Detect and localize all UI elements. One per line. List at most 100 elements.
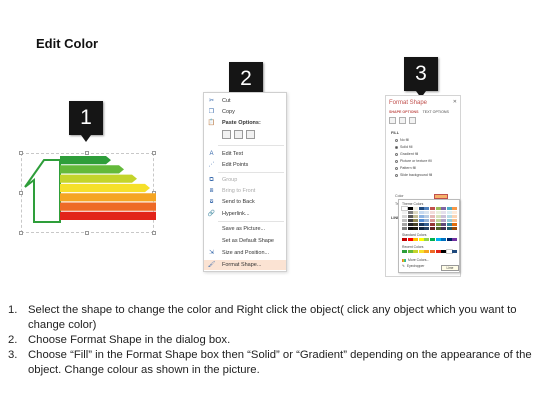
- color-swatch[interactable]: [413, 238, 419, 242]
- energy-bar[interactable]: [60, 202, 156, 211]
- size-properties-icon[interactable]: [409, 117, 416, 124]
- paste-text-only-icon[interactable]: [246, 130, 255, 139]
- color-swatch[interactable]: [435, 207, 441, 211]
- color-swatch[interactable]: [452, 222, 458, 227]
- color-swatch[interactable]: [407, 226, 413, 231]
- color-swatch[interactable]: [429, 218, 435, 223]
- color-swatch[interactable]: [452, 250, 458, 254]
- menu-item-edit-points[interactable]: ⋰ Edit Points: [204, 160, 286, 170]
- color-swatch[interactable]: [424, 222, 430, 227]
- menu-item-format-shape[interactable]: 🖌 Format Shape...: [204, 260, 286, 270]
- color-swatch[interactable]: [413, 218, 419, 223]
- color-swatch[interactable]: [441, 207, 447, 211]
- color-swatch[interactable]: [435, 250, 441, 254]
- color-swatch[interactable]: [402, 238, 407, 242]
- color-swatch[interactable]: [424, 218, 430, 223]
- color-swatch[interactable]: [424, 214, 430, 219]
- tab-text-options[interactable]: TEXT OPTIONS: [423, 110, 449, 114]
- color-swatch[interactable]: [441, 214, 447, 219]
- color-swatch[interactable]: [418, 207, 424, 211]
- effects-icon[interactable]: [399, 117, 406, 124]
- color-swatch[interactable]: [429, 238, 435, 242]
- radio-solid-fill[interactable]: Solid fill: [395, 145, 412, 149]
- color-swatch[interactable]: [418, 222, 424, 227]
- menu-item-copy[interactable]: ❐ Copy: [204, 107, 286, 117]
- menu-item-save-as-picture[interactable]: Save as Picture...: [204, 224, 286, 234]
- color-swatch[interactable]: [402, 222, 407, 227]
- energy-bar[interactable]: [60, 211, 156, 220]
- color-swatch[interactable]: [446, 222, 452, 227]
- energy-bar[interactable]: [60, 193, 156, 202]
- energy-bar[interactable]: [60, 156, 111, 165]
- color-swatch[interactable]: [446, 210, 452, 215]
- color-swatch[interactable]: [429, 214, 435, 219]
- color-swatch[interactable]: [446, 238, 452, 242]
- color-swatch[interactable]: [413, 250, 419, 254]
- color-swatch[interactable]: [435, 226, 441, 231]
- menu-item-size-and-position[interactable]: ⇲ Size and Position...: [204, 248, 286, 258]
- color-swatch[interactable]: [452, 226, 458, 231]
- color-swatch[interactable]: [446, 214, 452, 219]
- color-swatch[interactable]: [407, 210, 413, 215]
- menu-item-cut[interactable]: ✂ Cut: [204, 96, 286, 106]
- color-swatch[interactable]: [418, 210, 424, 215]
- radio-slide-background-fill[interactable]: Slide background fill: [395, 173, 432, 177]
- color-swatch[interactable]: [441, 250, 447, 254]
- color-swatch[interactable]: [452, 210, 458, 215]
- color-swatch[interactable]: [452, 238, 458, 242]
- radio-gradient-fill[interactable]: Gradient fill: [395, 152, 418, 156]
- menu-item-hyperlink[interactable]: 🔗 Hyperlink...: [204, 209, 286, 219]
- paste-keep-source-icon[interactable]: [222, 130, 231, 139]
- energy-bar[interactable]: [60, 165, 124, 174]
- color-swatch[interactable]: [407, 218, 413, 223]
- radio-picture-fill[interactable]: Picture or texture fill: [395, 159, 432, 163]
- color-swatch[interactable]: [429, 222, 435, 227]
- color-swatch[interactable]: [441, 238, 447, 242]
- color-swatch[interactable]: [452, 218, 458, 223]
- color-swatch[interactable]: [402, 214, 407, 219]
- energy-bar[interactable]: [60, 183, 150, 193]
- color-swatch[interactable]: [435, 238, 441, 242]
- color-swatch[interactable]: [424, 226, 430, 231]
- color-swatch[interactable]: [424, 238, 430, 242]
- radio-pattern-fill[interactable]: Pattern fill: [395, 166, 416, 170]
- color-swatch[interactable]: [435, 214, 441, 219]
- color-swatch[interactable]: [418, 226, 424, 231]
- color-swatch[interactable]: [413, 222, 419, 227]
- color-swatch[interactable]: [402, 218, 407, 223]
- color-swatch[interactable]: [424, 250, 430, 254]
- color-swatch[interactable]: [407, 222, 413, 227]
- eyedropper-option[interactable]: ✎ Eyedropper: [402, 264, 424, 268]
- color-swatch[interactable]: [441, 226, 447, 231]
- color-swatch[interactable]: [401, 205, 408, 212]
- color-swatch[interactable]: [446, 207, 452, 211]
- paste-picture-icon[interactable]: [234, 130, 243, 139]
- color-swatch[interactable]: [446, 226, 452, 231]
- tab-shape-options[interactable]: SHAPE OPTIONS: [389, 110, 419, 114]
- color-swatch[interactable]: [441, 210, 447, 215]
- color-swatch[interactable]: [429, 207, 435, 211]
- color-swatch[interactable]: [424, 210, 430, 215]
- menu-item-bring-to-front[interactable]: ⧈ Bring to Front: [204, 186, 286, 196]
- radio-no-fill[interactable]: No fill: [395, 138, 409, 142]
- fill-line-icon[interactable]: [389, 117, 396, 124]
- color-swatch[interactable]: [435, 218, 441, 223]
- color-swatch[interactable]: [446, 218, 452, 223]
- menu-item-edit-text[interactable]: A Edit Text: [204, 149, 286, 159]
- color-swatch[interactable]: [429, 210, 435, 215]
- color-swatch[interactable]: [418, 214, 424, 219]
- color-swatch[interactable]: [407, 238, 413, 242]
- color-swatch[interactable]: [402, 250, 407, 254]
- color-swatch[interactable]: [418, 250, 424, 254]
- menu-item-set-default-shape[interactable]: Set as Default Shape: [204, 236, 286, 246]
- color-swatch[interactable]: [445, 248, 453, 255]
- color-swatch[interactable]: [413, 226, 419, 231]
- color-swatch[interactable]: [413, 210, 419, 215]
- color-swatch[interactable]: [452, 214, 458, 219]
- color-swatch[interactable]: [452, 207, 458, 211]
- color-swatch[interactable]: [424, 207, 430, 211]
- color-swatch[interactable]: [441, 218, 447, 223]
- color-swatch[interactable]: [407, 250, 413, 254]
- color-swatch[interactable]: [418, 238, 424, 242]
- color-swatch[interactable]: [418, 218, 424, 223]
